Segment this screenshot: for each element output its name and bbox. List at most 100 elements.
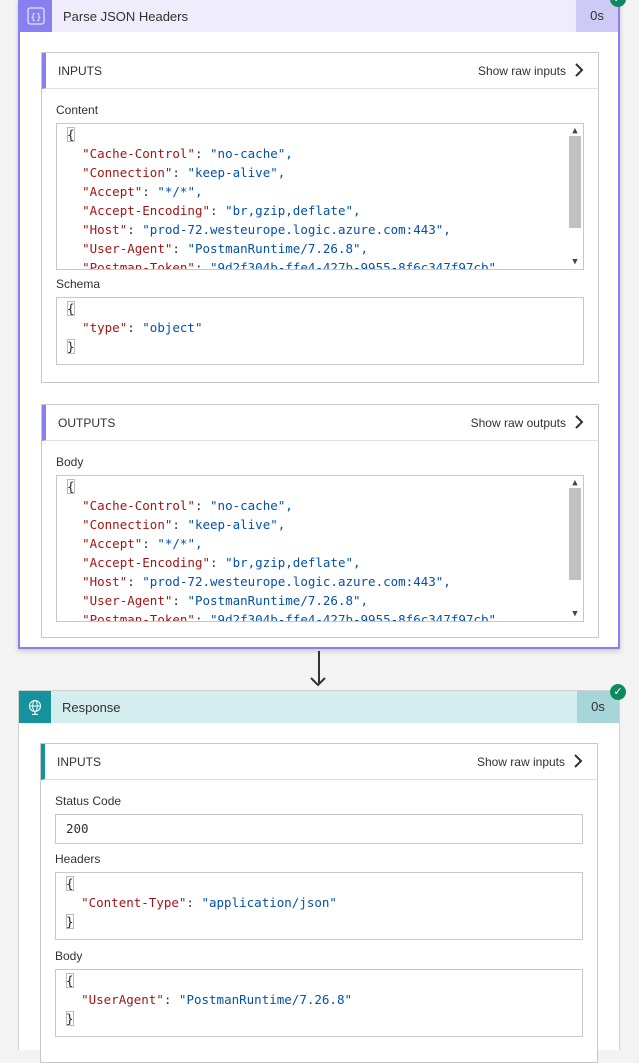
code-line: "Cache-Control": "no-cache", [82, 498, 293, 513]
code-line: { [67, 127, 75, 142]
body-code-box[interactable]: { "UserAgent": "PostmanRuntime/7.26.8"} [55, 969, 583, 1037]
headers-label: Headers [55, 852, 101, 866]
json-key: "Host" [82, 574, 128, 589]
inputs-section: INPUTS Show raw inputs Content { "Cache-… [41, 52, 599, 383]
scroll-down-icon[interactable]: ▼ [567, 256, 583, 268]
code-brace: } [67, 339, 75, 354]
code-brace: } [66, 914, 74, 929]
json-key: "Accept-Encoding" [82, 203, 210, 218]
body-label: Body [56, 455, 84, 469]
json-value: "no-cache", [210, 146, 293, 161]
json-key: "type" [82, 320, 128, 335]
json-key: "User-Agent" [82, 593, 173, 608]
json-value: "br,gzip,deflate", [225, 203, 361, 218]
code-brace: { [67, 301, 75, 316]
section-label: INPUTS [57, 755, 102, 769]
chevron-right-icon[interactable] [573, 753, 583, 769]
json-value: "application/json" [201, 895, 337, 910]
chevron-right-icon[interactable] [574, 414, 584, 430]
response-header[interactable]: Response 0s [19, 691, 619, 723]
section-label: OUTPUTS [58, 416, 116, 430]
json-value: "no-cache", [210, 498, 293, 513]
arrow-down-icon [310, 677, 326, 687]
json-value: "PostmanRuntime/7.26.8" [178, 992, 353, 1007]
outputs-section-header: OUTPUTS Show raw outputs [42, 405, 598, 441]
code-line: "User-Agent": "PostmanRuntime/7.26.8", [82, 593, 369, 608]
scroll-thumb[interactable] [569, 136, 581, 228]
globe-icon [19, 691, 51, 723]
card-title: Response [62, 700, 121, 715]
schema-code-box[interactable]: { "type": "object"} [56, 297, 584, 365]
code-line: "Connection": "keep-alive", [82, 517, 286, 532]
code-brace: } [66, 1011, 74, 1026]
json-key: "Cache-Control" [82, 498, 195, 513]
code-line: "Accept-Encoding": "br,gzip,deflate", [82, 203, 361, 218]
code-brace: { [67, 479, 75, 494]
code-line: } [66, 914, 74, 929]
success-check-icon: ✓ [610, 684, 626, 700]
json-value: "keep-alive", [187, 165, 286, 180]
body-label: Body [55, 949, 83, 963]
code-brace: { [66, 876, 74, 891]
code-line: "Host": "prod-72.westeurope.logic.azure.… [82, 222, 451, 237]
json-value: "keep-alive", [187, 517, 286, 532]
json-value: "br,gzip,deflate", [225, 555, 361, 570]
inputs-section-header: INPUTS Show raw inputs [42, 53, 598, 89]
content-code-box[interactable]: { "Cache-Control": "no-cache", "Connecti… [56, 123, 584, 270]
json-key: "Postman-Token" [82, 260, 195, 269]
parse-json-card[interactable]: {} Parse JSON Headers 0s INPUTS Show raw… [18, 0, 620, 649]
code-line: "Postman-Token": "9d2f304b-ffe4-427b-995… [67, 260, 496, 269]
scroll-down-icon[interactable]: ▼ [567, 608, 583, 620]
json-key: "Content-Type" [81, 895, 187, 910]
code-line: "Cache-Control": "no-cache", [82, 146, 293, 161]
json-key: "Accept" [82, 184, 143, 199]
json-key: "Connection" [82, 165, 173, 180]
code-line: "Connection": "keep-alive", [82, 165, 286, 180]
code-line: { [66, 973, 74, 988]
status-code-value: 200 [66, 821, 89, 836]
json-value: "PostmanRuntime/7.26.8", [187, 593, 369, 608]
code-line: "Accept": "*/*", [82, 536, 203, 551]
json-value: "9d2f304b-ffe4-427b-9955-8f6c347f97cb" [210, 260, 496, 269]
content-label: Content [56, 103, 99, 117]
body-code-box[interactable]: { "Cache-Control": "no-cache", "Connecti… [56, 475, 584, 622]
json-value: "PostmanRuntime/7.26.8", [187, 241, 369, 256]
code-brace: { [66, 973, 74, 988]
card-title: Parse JSON Headers [63, 9, 188, 24]
code-brace: { [67, 127, 75, 142]
chevron-right-icon[interactable] [574, 62, 584, 78]
code-line: "Accept-Encoding": "br,gzip,deflate", [82, 555, 361, 570]
code-line: "UserAgent": "PostmanRuntime/7.26.8" [81, 992, 353, 1007]
code-line: "Accept": "*/*", [82, 184, 203, 199]
code-line: "type": "object" [82, 320, 203, 335]
status-code-box[interactable]: 200 [55, 814, 583, 844]
json-value: "9d2f304b-ffe4-427b-9955-8f6c347f97cb" [210, 612, 496, 621]
json-key: "Accept" [82, 536, 143, 551]
json-value: "*/*", [157, 536, 203, 551]
show-raw-inputs-link[interactable]: Show raw inputs [477, 755, 565, 769]
show-raw-outputs-link[interactable]: Show raw outputs [471, 416, 566, 430]
outputs-section: OUTPUTS Show raw outputs Body { "Cache-C… [41, 404, 599, 638]
scrollbar[interactable]: ▲ ▼ [567, 476, 583, 621]
json-key: "UserAgent" [81, 992, 164, 1007]
parse-json-header[interactable]: {} Parse JSON Headers 0s [20, 0, 618, 32]
schema-label: Schema [56, 277, 101, 291]
svg-text:{}: {} [30, 13, 41, 23]
code-line: "Postman-Token": "9d2f304b-ffe4-427b-995… [67, 612, 496, 621]
scrollbar[interactable]: ▲ ▼ [567, 124, 583, 269]
status-code-label: Status Code [55, 794, 122, 808]
code-line: "Content-Type": "application/json" [81, 895, 337, 910]
json-key: "Cache-Control" [82, 146, 195, 161]
section-label: INPUTS [58, 64, 103, 78]
show-raw-inputs-link[interactable]: Show raw inputs [478, 64, 566, 78]
code-line: { [66, 876, 74, 891]
inputs-section-header: INPUTS Show raw inputs [41, 744, 597, 780]
code-line: } [66, 1011, 74, 1026]
braces-icon: {} [20, 0, 52, 32]
scroll-thumb[interactable] [569, 488, 581, 580]
json-key: "Accept-Encoding" [82, 555, 210, 570]
headers-code-box[interactable]: { "Content-Type": "application/json"} [55, 872, 583, 940]
json-key: "Postman-Token" [82, 612, 195, 621]
response-card[interactable]: Response 0s INPUTS Show raw inputs Statu… [18, 690, 620, 1063]
json-value: "object" [142, 320, 203, 335]
